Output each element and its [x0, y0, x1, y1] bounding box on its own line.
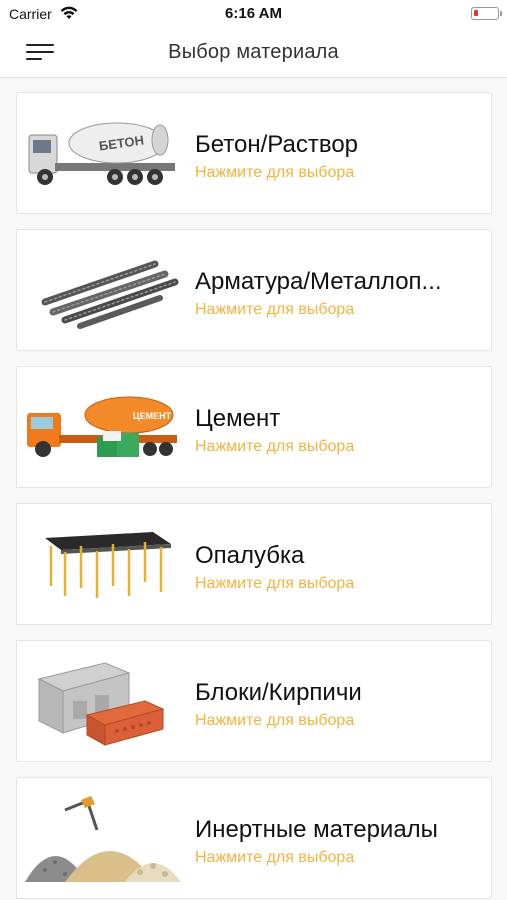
material-item-aggregates[interactable]: Инертные материалы Нажмите для выбора — [16, 777, 492, 899]
material-subtitle: Нажмите для выбора — [195, 164, 355, 181]
material-item-formwork[interactable]: Опалубка Нажмите для выбора — [16, 503, 492, 625]
material-title: Блоки/Кирпичи — [195, 679, 362, 706]
material-title: Арматура/Металлоп... — [195, 268, 442, 295]
material-item-cement[interactable]: ЦЕМЕНТ Цемент Нажмите для выбора — [16, 366, 492, 488]
material-subtitle: Нажмите для выбора — [195, 849, 355, 866]
page-title: Выбор материала — [168, 41, 339, 63]
rebar-image — [41, 260, 179, 329]
material-title: Бетон/Раствор — [195, 131, 359, 158]
material-item-concrete[interactable]: БЕТОН Бетон/Раствор Нажмите для выбора — [16, 92, 492, 214]
svg-text:ЦЕМЕНТ: ЦЕМЕНТ — [133, 411, 172, 421]
material-title: Цемент — [195, 405, 281, 432]
navigation-bar: Выбор материала — [0, 28, 507, 78]
material-subtitle: Нажмите для выбора — [195, 438, 355, 455]
cement-truck-image: ЦЕМЕНТ — [27, 396, 177, 457]
material-title: Опалубка — [195, 542, 305, 569]
material-subtitle: Нажмите для выбора — [195, 301, 355, 318]
material-subtitle: Нажмите для выбора — [195, 712, 355, 729]
blocks-bricks-image — [37, 662, 165, 746]
formwork-image — [45, 532, 171, 598]
status-bar: Carrier 6:16 AM — [0, 0, 507, 28]
concrete-mixer-truck-image: БЕТОН — [28, 122, 175, 185]
material-item-rebar[interactable]: Арматура/Металлоп... Нажмите для выбора — [16, 229, 492, 351]
battery-icon — [471, 7, 502, 20]
clock: 6:16 AM — [225, 5, 282, 22]
material-title: Инертные материалы — [195, 816, 438, 843]
material-item-blocks[interactable]: Блоки/Кирпичи Нажмите для выбора — [16, 640, 492, 762]
materials-list: БЕТОН Бетон/Раствор Нажмите для выбора А… — [0, 78, 507, 900]
aggregates-image — [25, 796, 181, 882]
material-subtitle: Нажмите для выбора — [195, 575, 355, 592]
